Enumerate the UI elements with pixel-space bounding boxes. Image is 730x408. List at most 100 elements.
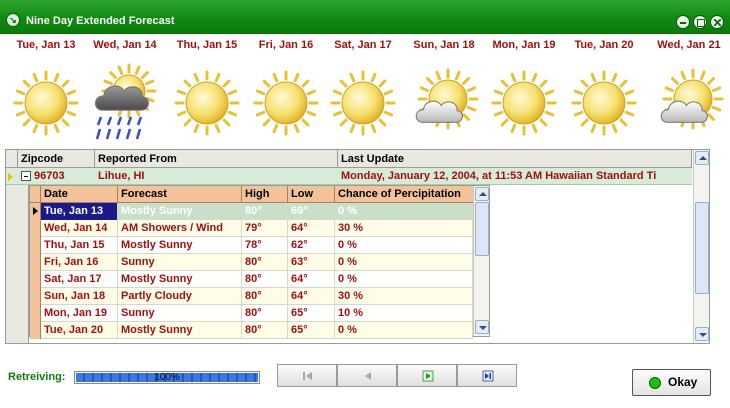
arrow-down-icon <box>699 333 707 337</box>
grid-scroll-down-button[interactable] <box>695 327 709 341</box>
header-reported-from[interactable]: Reported From <box>95 150 338 168</box>
header-chance[interactable]: Chance of Percipitation <box>335 186 473 203</box>
header-low[interactable]: Low <box>288 186 335 203</box>
first-record-button[interactable] <box>277 364 337 387</box>
cell-chance[interactable]: 0 % <box>335 271 473 288</box>
grid-scroll-thumb[interactable] <box>695 202 709 294</box>
cell-high[interactable]: 78° <box>242 237 288 254</box>
day-label: Fri, Jan 16 <box>258 39 314 51</box>
grid-scrollbar[interactable] <box>693 150 709 343</box>
header-zipcode[interactable]: Zipcode <box>18 150 95 168</box>
cell-low[interactable]: 64° <box>288 288 335 305</box>
progress-bar: 100% <box>74 371 260 384</box>
cell-low[interactable]: 63° <box>288 254 335 271</box>
row-selector[interactable] <box>30 254 41 271</box>
row-selector[interactable] <box>30 237 41 254</box>
location-row[interactable]: 96703 Lihue, HI Monday, January 12, 2004… <box>6 168 692 185</box>
title-bar: ↘ Nine Day Extended Forecast <box>0 0 730 34</box>
cell-date[interactable]: Wed, Jan 14 <box>41 220 118 237</box>
previous-record-button[interactable] <box>337 364 397 387</box>
cell-high[interactable]: 80° <box>242 322 288 339</box>
table-row[interactable]: Thu, Jan 15 Mostly Sunny 78° 62° 0 % <box>30 237 473 254</box>
cell-chance[interactable]: 0 % <box>335 322 473 339</box>
table-row[interactable]: Sat, Jan 17 Mostly Sunny 80° 64° 0 % <box>30 271 473 288</box>
cell-high[interactable]: 80° <box>242 271 288 288</box>
cell-forecast[interactable]: Mostly Sunny <box>118 203 242 220</box>
table-row[interactable]: Tue, Jan 20 Mostly Sunny 80° 65° 0 % <box>30 322 473 339</box>
sunny-icon <box>491 70 557 136</box>
maximize-icon[interactable] <box>693 15 707 29</box>
cell-reported-from[interactable]: Lihue, HI <box>95 168 338 185</box>
grid-scroll-up-button[interactable] <box>695 151 709 165</box>
row-selector[interactable] <box>30 322 41 339</box>
cell-chance[interactable]: 30 % <box>335 220 473 237</box>
cell-high[interactable]: 80° <box>242 203 288 220</box>
next-record-button[interactable] <box>397 364 457 387</box>
day-label: Thu, Jan 15 <box>176 39 238 51</box>
scroll-down-button[interactable] <box>475 320 489 334</box>
day-label: Mon, Jan 19 <box>492 39 556 51</box>
header-high[interactable]: High <box>242 186 288 203</box>
cell-chance[interactable]: 0 % <box>335 237 473 254</box>
cell-low[interactable]: 65° <box>288 322 335 339</box>
app-icon[interactable]: ↘ <box>6 13 20 27</box>
forecast-grid: Zipcode Reported From Last Update 96703 … <box>5 149 710 344</box>
cell-low[interactable]: 64° <box>288 220 335 237</box>
scroll-up-button[interactable] <box>475 187 489 201</box>
cell-high[interactable]: 80° <box>242 254 288 271</box>
minimize-icon[interactable] <box>676 15 690 29</box>
table-row[interactable]: Sun, Jan 18 Partly Cloudy 80° 64° 30 % <box>30 288 473 305</box>
cell-date[interactable]: Fri, Jan 16 <box>41 254 118 271</box>
row-selector[interactable] <box>30 288 41 305</box>
cell-forecast[interactable]: AM Showers / Wind <box>118 220 242 237</box>
previous-record-icon <box>365 372 371 380</box>
collapse-icon[interactable] <box>21 171 31 181</box>
cell-high[interactable]: 80° <box>242 288 288 305</box>
cell-forecast[interactable]: Mostly Sunny <box>118 271 242 288</box>
cell-high[interactable]: 80° <box>242 305 288 322</box>
grid-header: Zipcode Reported From Last Update <box>6 150 692 168</box>
cell-forecast[interactable]: Sunny <box>118 305 242 322</box>
row-selector[interactable] <box>30 220 41 237</box>
table-row[interactable]: Fri, Jan 16 Sunny 80° 63° 0 % <box>30 254 473 271</box>
cell-low[interactable]: 62° <box>288 237 335 254</box>
cell-forecast[interactable]: Mostly Sunny <box>118 237 242 254</box>
cell-forecast[interactable]: Sunny <box>118 254 242 271</box>
cell-low[interactable]: 69° <box>288 203 335 220</box>
row-selector[interactable] <box>30 203 41 220</box>
cell-chance[interactable]: 0 % <box>335 254 473 271</box>
cell-date[interactable]: Tue, Jan 20 <box>41 322 118 339</box>
cell-date[interactable]: Thu, Jan 15 <box>41 237 118 254</box>
cell-zipcode[interactable]: 96703 <box>31 168 95 185</box>
cell-forecast[interactable]: Mostly Sunny <box>118 322 242 339</box>
daily-forecast-table: Date Forecast High Low Chance of Percipi… <box>29 185 490 339</box>
day-forecast: Mon, Jan 19 <box>483 37 565 145</box>
cell-date[interactable]: Tue, Jan 13 <box>41 203 118 220</box>
close-icon[interactable] <box>710 15 724 29</box>
cell-date[interactable]: Mon, Jan 19 <box>41 305 118 322</box>
table-row[interactable]: Wed, Jan 14 AM Showers / Wind 79° 64° 30 % <box>30 220 473 237</box>
header-forecast[interactable]: Forecast <box>118 186 242 203</box>
table-row[interactable]: Tue, Jan 13 Mostly Sunny 80° 69° 0 % <box>30 203 473 220</box>
cell-forecast[interactable]: Partly Cloudy <box>118 288 242 305</box>
cell-low[interactable]: 65° <box>288 305 335 322</box>
last-record-button[interactable] <box>457 364 517 387</box>
cell-date[interactable]: Sat, Jan 17 <box>41 271 118 288</box>
current-row-indicator <box>8 173 13 181</box>
cell-low[interactable]: 64° <box>288 271 335 288</box>
header-date[interactable]: Date <box>41 186 118 203</box>
daily-rows: Tue, Jan 13 Mostly Sunny 80° 69° 0 % Wed, Jan… <box>30 203 473 339</box>
cell-chance[interactable]: 30 % <box>335 288 473 305</box>
table-row[interactable]: Mon, Jan 19 Sunny 80° 65° 10 % <box>30 305 473 322</box>
cell-high[interactable]: 79° <box>242 220 288 237</box>
daily-scrollbar[interactable] <box>473 186 489 336</box>
cell-date[interactable]: Sun, Jan 18 <box>41 288 118 305</box>
cell-last-update[interactable]: Monday, January 12, 2004, at 11:53 AM Ha… <box>338 168 692 185</box>
cell-chance[interactable]: 10 % <box>335 305 473 322</box>
header-last-update[interactable]: Last Update <box>338 150 692 168</box>
row-selector[interactable] <box>30 271 41 288</box>
cell-chance[interactable]: 0 % <box>335 203 473 220</box>
okay-button[interactable]: Okay <box>632 369 711 396</box>
row-selector[interactable] <box>30 305 41 322</box>
scroll-thumb[interactable] <box>475 202 489 256</box>
